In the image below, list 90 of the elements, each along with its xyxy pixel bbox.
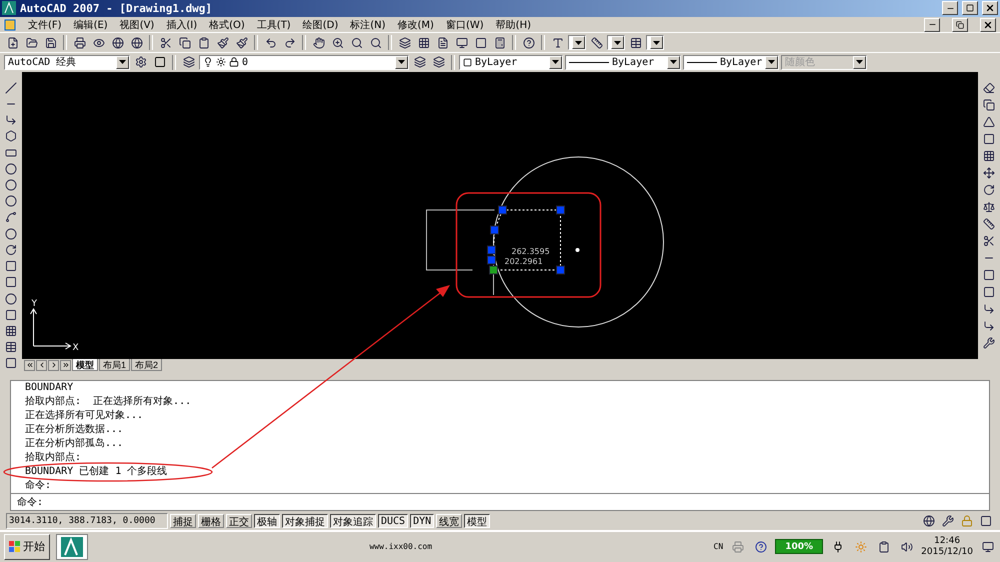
- command-history-line: 拾取内部点: 正在选择所有对象...: [25, 394, 192, 409]
- status-toggle[interactable]: 线宽: [436, 514, 462, 528]
- close-button[interactable]: [982, 1, 998, 16]
- dimension-reading: 202.2961: [504, 256, 543, 266]
- close-icon: [985, 3, 995, 14]
- color-value: ByLayer: [475, 56, 518, 68]
- linetype-dropdown[interactable]: ByLayer: [565, 54, 681, 70]
- window-title: AutoCAD 2007 - [Drawing1.dwg]: [20, 2, 212, 15]
- command-history-line: 正在选择所有可见对象...: [25, 408, 144, 423]
- menu-item[interactable]: 窗口(W): [446, 18, 484, 32]
- grip-handle[interactable]: [490, 225, 499, 234]
- menu-item[interactable]: 工具(T): [256, 18, 291, 32]
- text-style-dropdown[interactable]: [568, 35, 586, 50]
- close-button[interactable]: [980, 18, 996, 32]
- layer-name: 0: [242, 56, 248, 68]
- battery-indicator: 100%: [775, 539, 824, 554]
- command-input-field[interactable]: 命令:: [11, 492, 989, 510]
- color-swatch-icon: [463, 58, 472, 67]
- line-sample-icon: [569, 62, 609, 63]
- menu-item[interactable]: 编辑(E): [74, 18, 108, 32]
- menu-item[interactable]: 标注(N): [350, 18, 386, 32]
- menu-item[interactable]: 格式(O): [209, 18, 245, 32]
- command-history-line: 命令:: [25, 478, 52, 493]
- status-toggle[interactable]: DYN: [410, 514, 434, 528]
- status-toggle[interactable]: DUCS: [378, 514, 408, 528]
- layout-tab[interactable]: 布局1: [99, 359, 130, 372]
- layout-tab[interactable]: 模型: [72, 359, 98, 372]
- menu-item[interactable]: 绘图(D): [302, 18, 338, 32]
- boundary-polyline: [493, 209, 561, 270]
- coordinates-readout: 3014.3110, 388.7183, 0.0000: [6, 513, 168, 530]
- workspace-dropdown[interactable]: AutoCAD 经典: [4, 54, 130, 70]
- status-toggle[interactable]: 对象捕捉: [282, 514, 328, 528]
- table-style-dropdown[interactable]: [646, 35, 664, 50]
- minimize-button[interactable]: [924, 18, 940, 32]
- language-indicator[interactable]: CN: [714, 542, 724, 552]
- status-toggle[interactable]: 对象追踪: [330, 514, 376, 528]
- restore-button[interactable]: [952, 18, 968, 32]
- maximize-button[interactable]: [962, 1, 978, 16]
- axis-label: Y: [32, 298, 37, 309]
- menu-item[interactable]: 视图(V): [120, 18, 154, 32]
- circle-icon[interactable]: [2, 176, 20, 194]
- axis-label: X: [72, 342, 79, 353]
- grip-handle[interactable]: [498, 205, 507, 214]
- maximize-icon: [966, 4, 974, 12]
- point-marker: [576, 248, 580, 252]
- menu-item[interactable]: 插入(I): [166, 18, 198, 32]
- line-icon[interactable]: [2, 80, 20, 96]
- lock-icon: [229, 57, 239, 68]
- command-history-line: BOUNDARY: [25, 380, 74, 395]
- command-history-line: 正在分析内部孤岛...: [25, 436, 124, 451]
- grip-handle[interactable]: [556, 205, 565, 214]
- grip-handle[interactable]: [556, 265, 565, 274]
- color-dropdown[interactable]: ByLayer: [459, 54, 563, 70]
- sun-icon: [216, 57, 226, 68]
- ucs-axes-icon: [30, 308, 72, 350]
- double-chevron-left-icon: [26, 361, 34, 370]
- command-history-line: 拾取内部点:: [25, 450, 82, 465]
- lightbulb-icon: [203, 57, 213, 68]
- lineweight-dropdown[interactable]: ByLayer: [683, 54, 779, 70]
- windows-logo-icon: [9, 540, 21, 553]
- command-history-line: BOUNDARY 已创建 1 个多段线: [25, 464, 168, 479]
- close-icon: [983, 20, 993, 30]
- first-tab-button[interactable]: [24, 360, 35, 371]
- status-toggle[interactable]: 捕捉: [170, 514, 196, 528]
- start-button[interactable]: 开始: [4, 534, 50, 560]
- layout-tab[interactable]: 布局2: [131, 359, 162, 372]
- minimize-button[interactable]: [942, 1, 958, 16]
- last-tab-button[interactable]: [60, 360, 71, 371]
- taskbar-label: www.ixx00.com: [369, 542, 432, 552]
- document-icon: [4, 18, 16, 31]
- dimension-reading: 262.3595: [512, 246, 550, 256]
- linetype-value: ByLayer: [612, 56, 654, 68]
- lineweight-value: ByLayer: [720, 56, 762, 68]
- status-toggle[interactable]: 正交: [226, 514, 252, 528]
- taskbar-app-button[interactable]: [56, 534, 88, 560]
- menu-item[interactable]: 修改(M): [398, 18, 434, 32]
- status-toggle[interactable]: 栅格: [198, 514, 224, 528]
- line-sample-icon: [687, 62, 717, 63]
- drawing-canvas[interactable]: 262.3595 202.2961 Y X: [22, 72, 978, 359]
- command-history-line: 正在分析所选数据...: [25, 422, 124, 437]
- layer-dropdown[interactable]: 0: [199, 54, 409, 70]
- dimension-style-dropdown[interactable]: [607, 35, 625, 50]
- menu-item[interactable]: 文件(F): [28, 18, 62, 32]
- status-toggle[interactable]: 模型: [464, 514, 490, 528]
- menu-item[interactable]: 帮助(H): [496, 18, 531, 32]
- double-chevron-right-icon: [62, 361, 70, 370]
- clock[interactable]: 12:46 2015/12/10: [921, 536, 974, 558]
- status-toggle[interactable]: 极轴: [254, 514, 280, 528]
- restore-icon: [956, 20, 964, 29]
- app-logo-icon: [2, 1, 16, 16]
